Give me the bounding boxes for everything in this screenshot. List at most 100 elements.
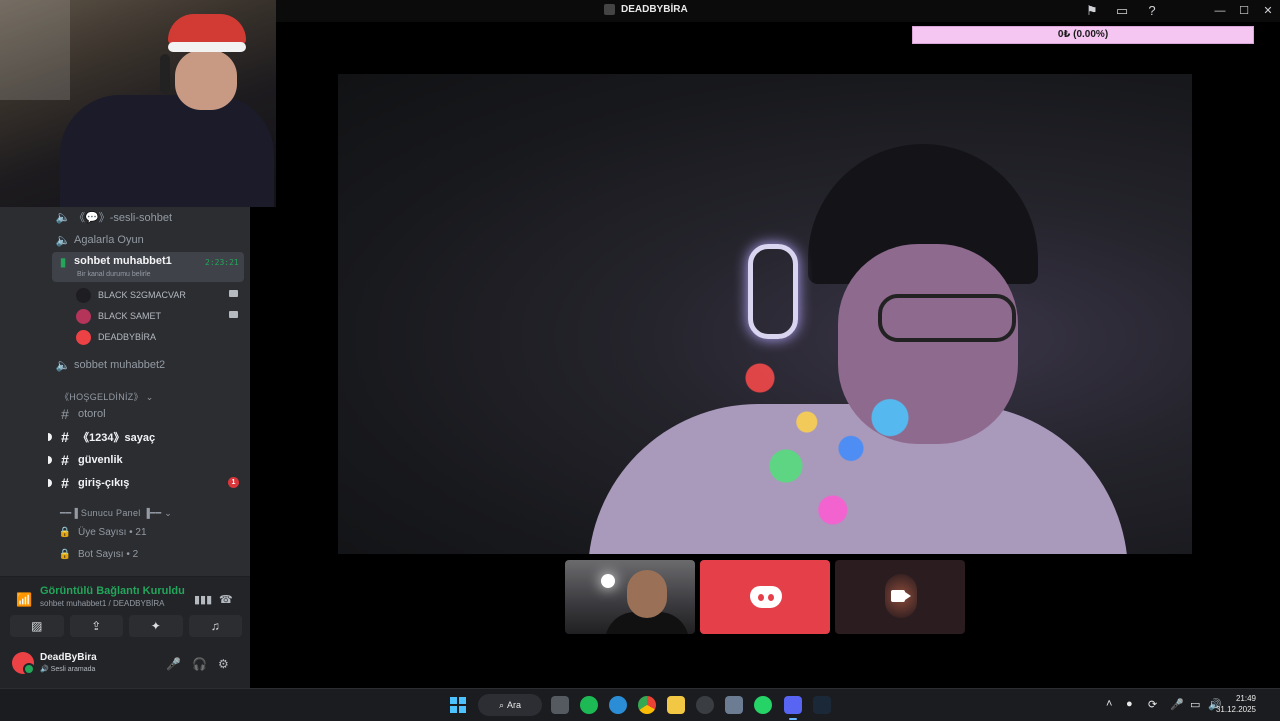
voice-channel-sobbet-muhabbet2[interactable]: 🔈 sobbet muhabbet2 (52, 354, 244, 376)
channel-status[interactable]: Bir kanal durumu belirle (77, 271, 151, 278)
tile-person-face (627, 570, 667, 618)
search-icon: ⌕ (498, 699, 505, 710)
file-explorer-icon[interactable] (667, 696, 685, 714)
username[interactable]: DeadByBira (40, 652, 97, 663)
lock-icon: 🔒 (58, 548, 72, 560)
participant-tile[interactable] (835, 560, 965, 634)
signal-icon[interactable]: 📶 (16, 592, 32, 608)
category-server-panel[interactable]: ━━▐ Sunucu Panel ▐━━ ⌄ (60, 508, 172, 519)
hashtag-icon: # (61, 406, 69, 422)
speaker-icon: 🔈 (55, 233, 71, 247)
minimize-button[interactable]: — (1208, 0, 1232, 22)
app-icon (604, 4, 615, 15)
voice-user-name: BLACK S2GMACVAR (98, 290, 186, 300)
voice-user-name: DEADBYBİRA (98, 332, 157, 342)
donation-progress-bar: 0₺ (0.00%) (912, 26, 1254, 44)
avatar (76, 329, 91, 345)
maximize-button[interactable]: ☐ (1232, 0, 1256, 22)
microphone-icon[interactable]: 🎤 (166, 657, 181, 671)
participant-tile[interactable] (700, 560, 830, 634)
text-channel-otorol[interactable]: # otorol (52, 403, 244, 425)
discord-icon[interactable] (784, 696, 802, 720)
mention-badge: 1 (228, 477, 239, 488)
voice-user[interactable]: DEADBYBİRA (76, 327, 246, 347)
hashtag-icon: # (61, 452, 69, 468)
headphones-icon[interactable]: 🎧 (192, 657, 207, 671)
video-camera-icon (229, 290, 238, 297)
category-welcome[interactable]: 《HOŞGELDİNİZ》 ⌄ (60, 390, 154, 403)
chevron-up-icon[interactable]: ˄ (1106, 698, 1112, 710)
help-icon[interactable]: ? (1144, 3, 1160, 19)
tray-app-icon[interactable]: ● (1126, 698, 1133, 710)
voice-user-name: BLACK SAMET (98, 311, 162, 321)
channel-label: otorol (78, 408, 106, 420)
stat-channel-bots[interactable]: 🔒 Bot Sayısı • 2 (52, 543, 244, 565)
noise-suppression-icon[interactable]: ▮▮▮ (194, 593, 212, 606)
screen-icon[interactable]: ▭ (1114, 3, 1130, 19)
search-label: Ara (507, 700, 522, 710)
voice-connection-subtitle[interactable]: sohbet muhabbet1 / DEADBYBİRA (40, 599, 165, 608)
webcam-person-face (175, 50, 237, 110)
call-timer: 2:23:21 (205, 258, 239, 267)
category-label: ━━▐ Sunucu Panel ▐━━ (60, 508, 162, 518)
app-icon[interactable] (696, 696, 714, 714)
user-status: 🔊 Sesli aramada (40, 666, 96, 673)
close-button[interactable]: ✕ (1256, 0, 1280, 22)
gear-icon[interactable]: ⚙ (218, 657, 229, 671)
text-channel-sayac[interactable]: # 《1234》sayaç (52, 426, 244, 448)
channel-label: sohbet muhabbet1 (74, 255, 172, 267)
task-view-icon[interactable] (551, 696, 569, 714)
steam-icon[interactable] (813, 696, 831, 714)
main-video-stream[interactable] (338, 74, 1192, 554)
window-title: DEADBYBİRA (604, 4, 688, 15)
voice-connection-title[interactable]: Görüntülü Bağlantı Kuruldu (40, 585, 185, 597)
text-channel-guvenlik[interactable]: # güvenlik (52, 449, 244, 471)
voice-channel-agalarla-oyun[interactable]: 🔈 Agalarla Oyun (52, 229, 244, 251)
discord-logo-icon (750, 586, 782, 608)
video-camera-icon (891, 590, 911, 602)
channel-label: güvenlik (78, 454, 123, 466)
voice-user[interactable]: BLACK S2GMACVAR (76, 285, 246, 305)
window-title-text: DEADBYBİRA (621, 4, 688, 15)
disconnect-icon[interactable]: ☎ (219, 593, 233, 606)
taskbar-search[interactable]: ⌕ Ara (478, 694, 542, 716)
category-label: 《HOŞGELDİNİZ》 (60, 392, 143, 402)
chrome-icon[interactable] (638, 696, 656, 714)
speaker-icon: 🔈 (55, 210, 71, 224)
video-christmas-lights (708, 334, 968, 554)
screen-share-icon[interactable]: ⇪ (69, 615, 123, 637)
text-channel-giris-cikis[interactable]: # giriş-çıkış (52, 472, 244, 494)
microphone-icon[interactable]: 🎤 (1170, 698, 1184, 711)
stat-channel-members[interactable]: 🔒 Üye Sayısı • 21 (52, 521, 244, 543)
channel-label: giriş-çıkış (78, 477, 130, 489)
participant-tile[interactable] (565, 560, 695, 634)
voice-user[interactable]: BLACK SAMET (76, 306, 246, 326)
network-icon[interactable]: ▭ (1190, 698, 1200, 711)
webcam-hat-brim (168, 42, 246, 52)
tile-lamp (601, 574, 615, 588)
chevron-down-icon: ⌄ (145, 392, 154, 402)
whatsapp-icon[interactable] (754, 696, 772, 714)
edge-icon[interactable] (609, 696, 627, 714)
spotify-icon[interactable] (580, 696, 598, 714)
webcam-window-light (0, 0, 70, 100)
activity-icon[interactable]: ✦ (129, 615, 183, 637)
windows-taskbar: ⌕ Ara ˄ ● ⟳ 🎤 ▭ 🔊 21:49 31.12.2025 (0, 688, 1280, 721)
system-clock[interactable]: 21:49 31.12.2025 (1216, 693, 1256, 715)
inbox-icon[interactable]: ⚑ (1084, 3, 1100, 19)
camera-off-icon[interactable]: ▨ (10, 615, 64, 637)
soundboard-icon[interactable]: ♫ (188, 615, 242, 637)
webcam-santa-hat (168, 14, 246, 44)
app-icon[interactable] (725, 696, 743, 714)
sync-icon[interactable]: ⟳ (1148, 698, 1157, 711)
voice-channel-sesli-sohbet[interactable]: 🔈 《💬》-sesli-sohbet (52, 206, 244, 228)
chevron-down-icon: ⌄ (164, 508, 173, 518)
avatar[interactable] (12, 652, 35, 675)
voice-active-icon: ▮ (59, 255, 67, 269)
channel-label: sobbet muhabbet2 (74, 359, 166, 371)
video-headphones (748, 244, 798, 339)
progress-text: 0₺ (0.00%) (1057, 29, 1109, 40)
avatar (76, 287, 91, 303)
channel-label: Bot Sayısı • 2 (78, 548, 139, 560)
windows-start-icon[interactable] (450, 697, 466, 713)
